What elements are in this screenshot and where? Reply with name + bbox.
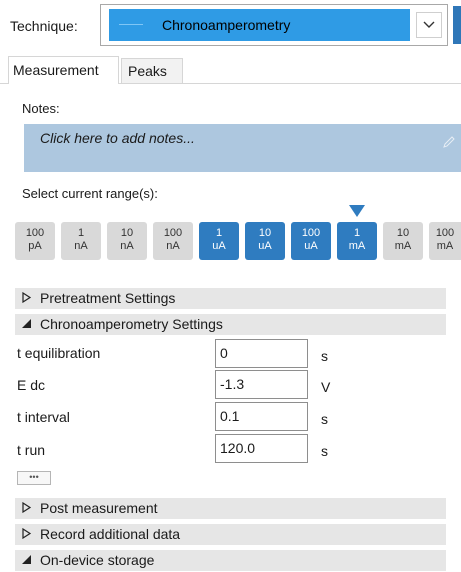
- section-on-device-storage[interactable]: On-device storage: [15, 550, 446, 571]
- param-unit: s: [321, 443, 328, 459]
- section-title: On-device storage: [40, 552, 155, 568]
- triangle-expanded-icon: [22, 555, 31, 564]
- chevron-down-icon[interactable]: [416, 12, 442, 38]
- section-title: Chronoamperometry Settings: [40, 316, 223, 332]
- range-button-100na[interactable]: 100 nA: [153, 222, 193, 260]
- range-button-1na[interactable]: 1 nA: [61, 222, 101, 260]
- triangle-right-icon: [22, 502, 32, 513]
- e-dc-input[interactable]: -1.3: [215, 370, 308, 399]
- side-panel-edge: [453, 6, 461, 44]
- section-post-measurement[interactable]: Post measurement: [15, 498, 446, 519]
- range-value: 10: [258, 227, 272, 239]
- technique-label: Technique:: [10, 18, 78, 34]
- range-value: 1: [77, 227, 85, 239]
- param-label-e-dc: E dc: [17, 377, 46, 393]
- range-marker-icon: [349, 205, 365, 217]
- range-unit: uA: [212, 240, 226, 252]
- range-unit: uA: [304, 240, 318, 252]
- range-value: 100: [435, 227, 455, 239]
- notes-label: Notes:: [22, 101, 60, 116]
- range-unit: nA: [120, 240, 134, 252]
- range-button-100ua[interactable]: 100 uA: [291, 222, 331, 260]
- range-unit: mA: [436, 240, 454, 252]
- range-button-100ma[interactable]: 100 mA: [429, 222, 461, 260]
- notes-placeholder: Click here to add notes...: [40, 130, 195, 146]
- pencil-icon: [443, 136, 455, 148]
- tab-peaks[interactable]: Peaks: [121, 58, 183, 83]
- range-unit: nA: [74, 240, 88, 252]
- range-button-1ma[interactable]: 1 mA: [337, 222, 377, 260]
- technique-value: Chronoamperometry: [162, 17, 291, 33]
- range-value: 100: [163, 227, 183, 239]
- range-unit: pA: [28, 240, 42, 252]
- range-button-10ma[interactable]: 10 mA: [383, 222, 423, 260]
- param-unit: s: [321, 348, 328, 364]
- tab-measurement[interactable]: Measurement: [8, 56, 119, 84]
- range-value: 100: [25, 227, 45, 239]
- notes-field[interactable]: Click here to add notes...: [24, 124, 461, 172]
- range-button-10ua[interactable]: 10 uA: [245, 222, 285, 260]
- more-options-button[interactable]: •••: [17, 471, 51, 485]
- section-pretreatment-settings[interactable]: Pretreatment Settings: [15, 288, 446, 309]
- technique-dropdown[interactable]: Chronoamperometry: [100, 4, 448, 46]
- param-unit: s: [321, 411, 328, 427]
- t-run-input[interactable]: 120.0: [215, 434, 308, 463]
- section-title: Record additional data: [40, 526, 181, 542]
- triangle-right-icon: [22, 292, 32, 303]
- section-title: Pretreatment Settings: [40, 290, 176, 306]
- range-button-1ua[interactable]: 1 uA: [199, 222, 239, 260]
- triangle-right-icon: [22, 528, 32, 539]
- t-equilibration-input[interactable]: 0: [215, 339, 308, 368]
- triangle-expanded-icon: [22, 319, 31, 328]
- range-button-100pa[interactable]: 100 pA: [15, 222, 55, 260]
- range-unit: mA: [348, 240, 366, 252]
- range-value: 1: [215, 227, 223, 239]
- technique-line-icon: [119, 24, 143, 25]
- section-record-additional-data[interactable]: Record additional data: [15, 524, 446, 545]
- param-unit: V: [321, 379, 331, 395]
- range-value: 10: [120, 227, 134, 239]
- range-value: 1: [353, 227, 361, 239]
- param-label-t-equilibration: t equilibration: [17, 345, 101, 361]
- param-label-t-interval: t interval: [17, 409, 70, 425]
- param-label-t-run: t run: [17, 442, 46, 458]
- range-unit: mA: [394, 240, 412, 252]
- technique-selected-item: Chronoamperometry: [109, 9, 410, 41]
- range-button-10na[interactable]: 10 nA: [107, 222, 147, 260]
- range-value: 10: [396, 227, 410, 239]
- current-range-label: Select current range(s):: [22, 186, 158, 201]
- section-chronoamperometry-settings[interactable]: Chronoamperometry Settings: [15, 314, 446, 335]
- section-title: Post measurement: [40, 500, 158, 516]
- range-unit: uA: [258, 240, 272, 252]
- range-unit: nA: [166, 240, 180, 252]
- range-value: 100: [301, 227, 321, 239]
- t-interval-input[interactable]: 0.1: [215, 402, 308, 431]
